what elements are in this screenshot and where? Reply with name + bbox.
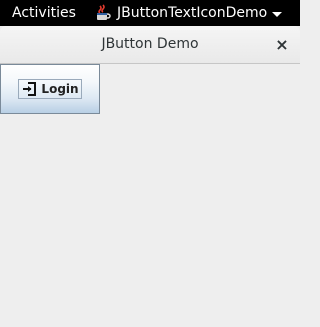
close-icon[interactable]: × [272,34,292,54]
login-arrow-icon [21,81,37,97]
app-window: JButton Demo × Login [0,26,300,327]
login-button[interactable]: Login [0,64,100,114]
window-content: Login [0,64,300,327]
login-button-label: Login [41,82,79,96]
window-titlebar[interactable]: JButton Demo × [0,26,300,64]
app-name: JButtonTextIconDemo [117,5,268,21]
activities-button[interactable]: Activities [12,4,76,22]
app-menu[interactable]: JButtonTextIconDemo [94,2,283,24]
java-cup-icon [94,4,112,22]
login-button-focus-ring: Login [18,79,82,99]
window-title: JButton Demo [101,36,199,52]
system-top-bar: Activities JButtonTextIconDemo [0,0,300,26]
caret-down-icon [272,11,283,17]
